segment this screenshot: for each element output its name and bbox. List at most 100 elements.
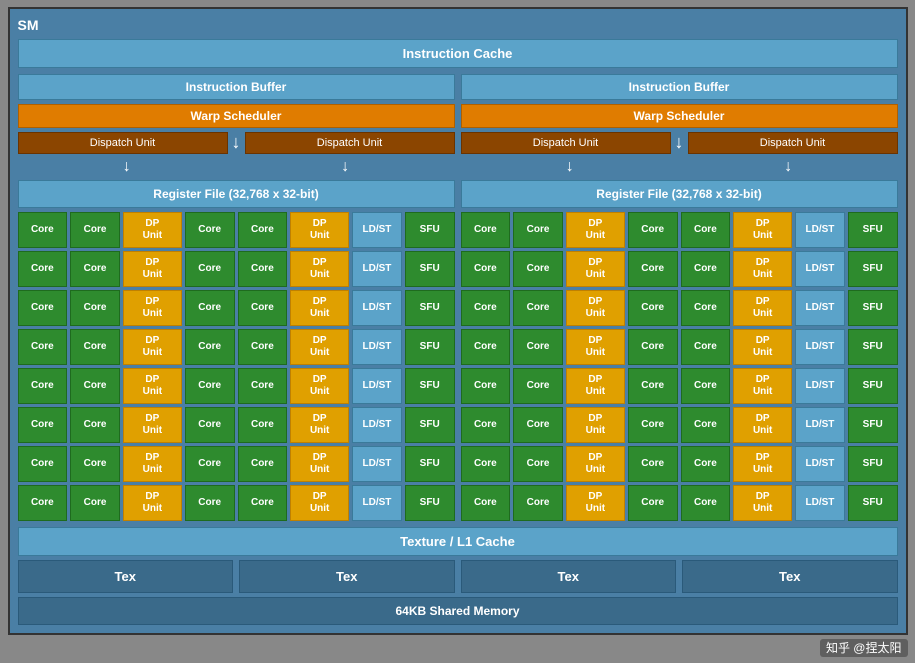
dp-unit: DPUnit (566, 485, 625, 521)
sfu: SFU (405, 368, 455, 404)
left-arrow-2: ↓ (341, 158, 349, 176)
left-dispatch-unit-2: Dispatch Unit (245, 132, 455, 154)
core: Core (681, 368, 731, 404)
tex-unit-2: Tex (239, 560, 455, 593)
dp-unit: DPUnit (566, 368, 625, 404)
sfu: SFU (848, 212, 898, 248)
core: Core (70, 446, 120, 482)
dp-unit: DPUnit (290, 368, 349, 404)
ldst: LD/ST (352, 368, 402, 404)
sfu: SFU (848, 368, 898, 404)
right-core-grid: Core Core DPUnit Core Core DPUnit LD/ST … (461, 212, 898, 521)
core: Core (18, 368, 68, 404)
ldst: LD/ST (352, 212, 402, 248)
core: Core (70, 212, 120, 248)
core: Core (681, 407, 731, 443)
tex-unit-1: Tex (18, 560, 234, 593)
watermark: 知乎 @捏太阳 (820, 639, 908, 657)
dp-unit: DPUnit (123, 329, 182, 365)
ldst: LD/ST (352, 485, 402, 521)
core: Core (18, 407, 68, 443)
core: Core (185, 368, 235, 404)
sfu: SFU (848, 407, 898, 443)
left-core-row-7: Core Core DPUnit Core Core DPUnit LD/ST … (18, 446, 455, 482)
core: Core (185, 290, 235, 326)
core: Core (70, 485, 120, 521)
core: Core (185, 407, 235, 443)
sfu: SFU (405, 329, 455, 365)
core: Core (681, 446, 731, 482)
dp-unit: DPUnit (566, 212, 625, 248)
core: Core (70, 368, 120, 404)
dp-unit: DPUnit (123, 407, 182, 443)
dp-unit: DPUnit (290, 485, 349, 521)
core: Core (461, 212, 511, 248)
left-dispatch-row: Dispatch Unit ↓ Dispatch Unit (18, 132, 455, 154)
core: Core (238, 407, 288, 443)
dp-unit: DPUnit (733, 329, 792, 365)
dp-unit: DPUnit (123, 446, 182, 482)
dp-unit: DPUnit (733, 407, 792, 443)
dp-unit: DPUnit (290, 329, 349, 365)
core: Core (681, 212, 731, 248)
core: Core (628, 446, 678, 482)
dp-unit: DPUnit (123, 212, 182, 248)
core: Core (18, 251, 68, 287)
core: Core (461, 290, 511, 326)
dp-unit: DPUnit (290, 212, 349, 248)
core: Core (185, 329, 235, 365)
core: Core (185, 251, 235, 287)
core: Core (238, 368, 288, 404)
core: Core (238, 485, 288, 521)
left-instruction-buffer: Instruction Buffer (18, 74, 455, 100)
dp-unit: DPUnit (123, 290, 182, 326)
right-core-row-7: Core Core DPUnit Core Core DPUnit LD/ST … (461, 446, 898, 482)
core: Core (681, 329, 731, 365)
core: Core (461, 368, 511, 404)
right-arrow-2: ↓ (784, 158, 792, 176)
right-arrow-1: ↓ (566, 158, 574, 176)
dp-unit: DPUnit (123, 251, 182, 287)
core: Core (628, 407, 678, 443)
watermark-row: 知乎 @捏太阳 (8, 639, 908, 657)
core: Core (513, 329, 563, 365)
ldst: LD/ST (795, 446, 845, 482)
right-instruction-buffer: Instruction Buffer (461, 74, 898, 100)
ldst: LD/ST (352, 329, 402, 365)
left-core-row-8: Core Core DPUnit Core Core DPUnit LD/ST … (18, 485, 455, 521)
sfu: SFU (405, 485, 455, 521)
core: Core (628, 329, 678, 365)
core: Core (18, 446, 68, 482)
ldst: LD/ST (352, 407, 402, 443)
ldst: LD/ST (795, 407, 845, 443)
core: Core (18, 485, 68, 521)
core: Core (513, 446, 563, 482)
core: Core (238, 251, 288, 287)
dp-unit: DPUnit (733, 485, 792, 521)
dp-unit: DPUnit (290, 251, 349, 287)
dp-unit: DPUnit (123, 485, 182, 521)
tex-unit-3: Tex (461, 560, 677, 593)
core: Core (461, 485, 511, 521)
dp-unit: DPUnit (290, 290, 349, 326)
left-arrow-1: ↓ (123, 158, 131, 176)
sfu: SFU (848, 446, 898, 482)
core: Core (238, 446, 288, 482)
dp-unit: DPUnit (566, 251, 625, 287)
left-core-row-1: Core Core DPUnit Core Core DPUnit LD/ST … (18, 212, 455, 248)
core: Core (238, 212, 288, 248)
core: Core (628, 485, 678, 521)
left-core-row-6: Core Core DPUnit Core Core DPUnit LD/ST … (18, 407, 455, 443)
right-core-row-1: Core Core DPUnit Core Core DPUnit LD/ST … (461, 212, 898, 248)
core: Core (185, 446, 235, 482)
left-core-row-4: Core Core DPUnit Core Core DPUnit LD/ST … (18, 329, 455, 365)
right-dispatch-row: Dispatch Unit ↓ Dispatch Unit (461, 132, 898, 154)
ldst: LD/ST (795, 212, 845, 248)
core: Core (628, 290, 678, 326)
ldst: LD/ST (795, 290, 845, 326)
dp-unit: DPUnit (123, 368, 182, 404)
sfu: SFU (405, 446, 455, 482)
left-half: Instruction Buffer Warp Scheduler Dispat… (18, 74, 455, 521)
dp-unit: DPUnit (733, 290, 792, 326)
left-dispatch-unit-1: Dispatch Unit (18, 132, 228, 154)
